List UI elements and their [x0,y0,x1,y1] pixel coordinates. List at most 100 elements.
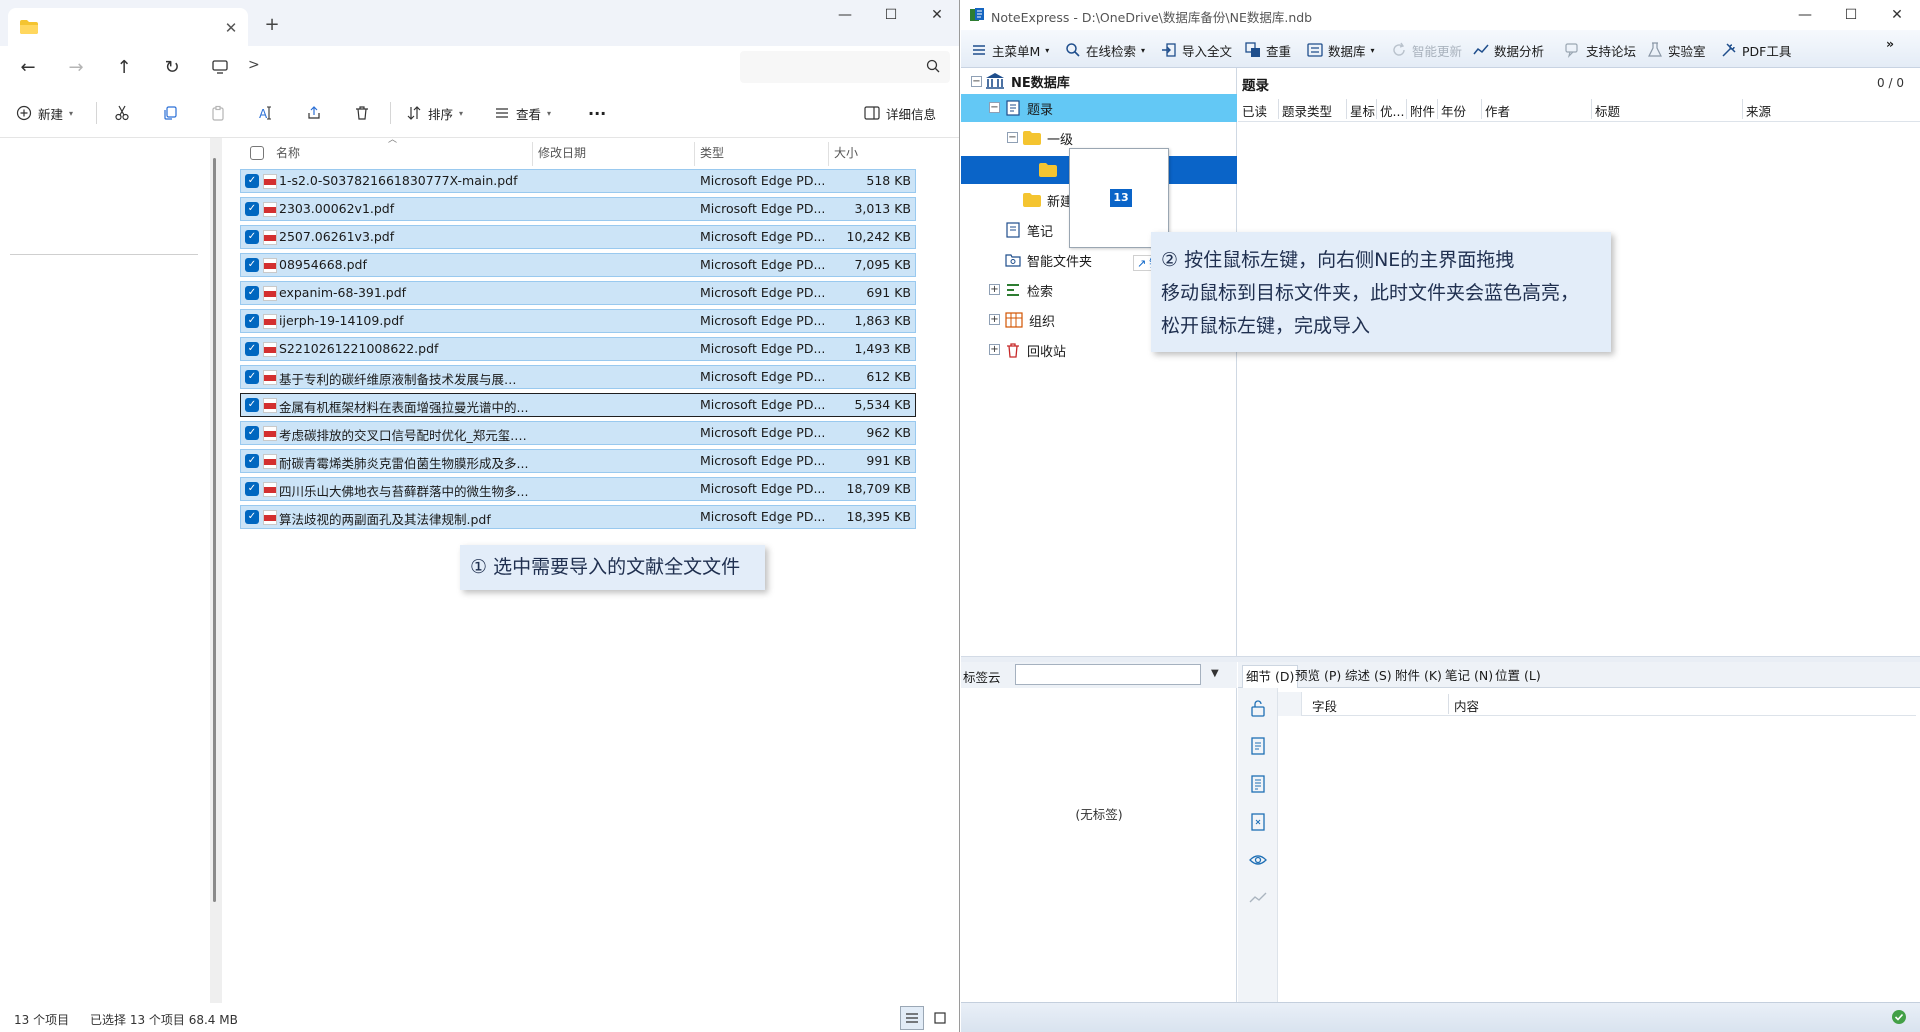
row-checkbox[interactable]: ✓ [245,398,259,412]
row-checkbox[interactable]: ✓ [245,202,259,216]
grid-column-header[interactable]: 题录类型 [1282,101,1332,120]
tag-filter-input[interactable] [1015,664,1201,685]
collapse-toggle[interactable]: − [971,76,982,87]
expand-toggle[interactable]: + [989,344,1000,355]
detail-tab[interactable]: 预览 (P) [1292,665,1344,688]
row-checkbox[interactable]: ✓ [245,230,259,244]
details-view-button[interactable] [900,1006,924,1030]
grid-column-header[interactable]: 星标 [1350,101,1375,120]
detail-tab[interactable]: 笔记 (N) [1442,665,1496,688]
file-row[interactable]: ✓ 金属有机框架材料在表面增强拉曼光谱中的... Microsoft Edge PD… [240,393,916,417]
smart-update-button[interactable]: 智能更新 [1391,39,1462,61]
file-row[interactable]: ✓ 考虑碳排放的交叉口信号配时优化_郑元玺.pdf Microsoft Edge P… [240,421,916,445]
search-input[interactable] [740,51,950,83]
column-header-name[interactable]: 名称 [276,138,300,168]
navigation-scrollbar[interactable] [210,138,222,1008]
forward-button[interactable]: → [62,54,90,82]
row-checkbox[interactable]: ✓ [245,426,259,440]
file-row[interactable]: ✓ 算法歧视的两副面孔及其法律规制.pdf Microsoft Edge PD...… [240,505,916,529]
row-checkbox[interactable]: ✓ [245,258,259,272]
detail-tab[interactable]: 综述 (S) [1342,665,1395,688]
column-header-type[interactable]: 类型 [700,138,724,168]
main-menu-button[interactable]: 主菜单M ▾ [971,39,1049,61]
lock-icon[interactable] [1248,698,1268,718]
grid-column-header[interactable]: 已读 [1242,101,1267,120]
attachment-doc-icon[interactable] [1248,812,1268,832]
close-tab-button[interactable]: ✕ [220,18,242,38]
breadcrumb-chevron[interactable]: > [248,57,260,73]
pdf-tools-button[interactable]: PDF工具 [1721,39,1791,61]
sort-button[interactable]: 排序 ▾ [406,100,463,126]
tree-node-smart-folder[interactable]: 智能文件夹 [1005,247,1092,273]
new-button[interactable]: 新建 ▾ [16,100,73,126]
row-checkbox[interactable]: ✓ [245,510,259,524]
import-fulltext-button[interactable]: 导入全文 [1161,39,1232,61]
row-checkbox[interactable]: ✓ [245,286,259,300]
file-row[interactable]: ✓ 耐碳青霉烯类肺炎克雷伯菌生物膜形成及多... Microsoft Edge PD… [240,449,916,473]
tree-node-database[interactable]: NE数据库 [985,68,1070,94]
file-row[interactable]: ✓ 2303.00062v1.pdf Microsoft Edge PD... 3,0… [240,197,916,221]
row-checkbox[interactable]: ✓ [245,482,259,496]
details-pane-button[interactable]: 详细信息 [864,100,936,126]
grid-column-header[interactable]: 年份 [1441,101,1466,120]
lab-button[interactable]: 实验室 [1647,39,1706,61]
delete-button[interactable] [354,100,370,126]
file-row[interactable]: ✓ 2507.06261v3.pdf Microsoft Edge PD... 10,… [240,225,916,249]
cut-button[interactable] [114,100,130,126]
file-row[interactable]: ✓ 基于专利的碳纤维原液制备技术发展与展望_... Microsoft Edge P… [240,365,916,389]
row-checkbox[interactable]: ✓ [245,370,259,384]
expand-toggle[interactable]: + [989,314,1000,325]
select-all-checkbox[interactable] [250,146,264,160]
file-row[interactable]: ✓ S2210261221008622.pdf Microsoft Edge PD.… [240,337,916,361]
grid-column-header[interactable]: 附件 [1410,101,1435,120]
minimize-button[interactable]: — [822,0,868,30]
view-button[interactable]: 查看 ▾ [494,100,551,126]
toolbar-overflow-button[interactable]: » [1886,32,1894,54]
rename-button[interactable]: A [258,100,274,126]
more-button[interactable]: ··· [588,100,606,126]
up-button[interactable]: ↑ [110,54,138,82]
file-row[interactable]: ✓ ijerph-19-14109.pdf Microsoft Edge PD...… [240,309,916,333]
dedupe-button[interactable]: 查重 [1245,39,1291,61]
new-tab-button[interactable]: + [260,14,284,36]
database-button[interactable]: 数据库 ▾ [1307,39,1375,61]
grid-column-header[interactable]: 来源 [1746,101,1771,120]
ne-minimize-button[interactable]: — [1782,0,1828,30]
file-row[interactable]: ✓ 四川乐山大佛地衣与苔藓群落中的微生物多... Microsoft Edge PD… [240,477,916,501]
scrollbar-thumb[interactable] [213,158,216,902]
detail-tab[interactable]: 位置 (L) [1492,665,1544,688]
tab-explorer[interactable]: ✕ [8,8,248,46]
close-window-button[interactable]: ✕ [914,0,959,30]
row-checkbox[interactable]: ✓ [245,342,259,356]
tag-dropdown-icon[interactable]: ▼ [1211,668,1219,679]
tree-node-recycle[interactable]: 回收站 [1005,337,1066,363]
back-button[interactable]: ← [14,54,42,82]
tree-node-records[interactable]: 题录 [1005,95,1053,121]
copy-button[interactable] [162,100,178,126]
document-icon[interactable] [1248,736,1268,756]
column-header-modified[interactable]: 修改日期 [538,138,586,168]
collapse-toggle[interactable]: − [1007,132,1018,143]
refresh-button[interactable]: ↻ [158,54,186,82]
tree-node-notes[interactable]: 笔记 [1005,217,1053,243]
ne-maximize-button[interactable]: ☐ [1828,0,1874,30]
collapse-toggle[interactable]: − [989,102,1000,113]
share-button[interactable] [306,100,322,126]
tree-node-drop-target[interactable] [1039,157,1057,183]
eye-icon[interactable] [1248,850,1268,870]
tree-node-folder-level1[interactable]: 一级 [1023,125,1073,151]
trend-icon[interactable] [1248,888,1268,908]
tree-node-search[interactable]: 检索 [1005,277,1053,303]
grid-column-header[interactable]: 标题 [1595,101,1620,120]
file-row[interactable]: ✓ expanim-68-391.pdf Microsoft Edge PD... 6… [240,281,916,305]
summary-icon[interactable] [1248,774,1268,794]
tree-node-organize[interactable]: 组织 [1005,307,1055,333]
column-header-size[interactable]: 大小 [834,138,858,168]
online-search-button[interactable]: 在线检索 ▾ [1065,39,1145,61]
row-checkbox[interactable]: ✓ [245,174,259,188]
detail-tab[interactable]: 附件 (K) [1392,665,1445,688]
analysis-button[interactable]: 数据分析 [1473,39,1544,61]
detail-tab[interactable]: 细节 (D) [1242,665,1299,688]
row-checkbox[interactable]: ✓ [245,314,259,328]
expand-toggle[interactable]: + [989,284,1000,295]
